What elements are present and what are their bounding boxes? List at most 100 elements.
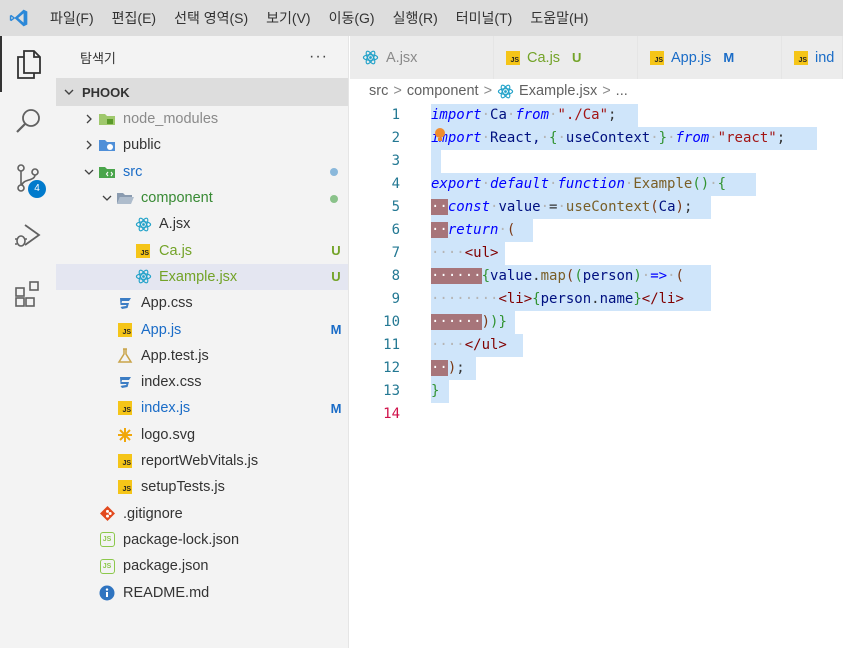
line-number: 5 xyxy=(391,199,400,215)
code-token: } xyxy=(658,130,668,146)
tree-item-index-css[interactable]: index.css xyxy=(56,369,348,395)
tree-item-readme-md[interactable]: README.md xyxy=(56,579,348,605)
more-actions-icon[interactable]: ··· xyxy=(309,48,328,66)
breadcrumb-item[interactable]: Example.jsx xyxy=(519,83,597,99)
code-token: · xyxy=(540,199,550,215)
tree-item-a-jsx[interactable]: A.jsx xyxy=(56,211,348,237)
tab-ca-js[interactable]: JS Ca.js U xyxy=(494,36,638,79)
code-line[interactable]: ····<ul> xyxy=(431,242,498,265)
code-line[interactable]: ··return·( xyxy=(431,219,515,242)
tree-item-label: logo.svg xyxy=(141,426,196,443)
line-number: 13 xyxy=(383,383,400,399)
line-number: 14 xyxy=(383,406,400,422)
code-line[interactable]: import·React,·{·useContext·}·from·"react… xyxy=(431,127,785,150)
chevron-down-icon xyxy=(60,83,78,101)
tree-item-ca-js[interactable]: JS Ca.js U xyxy=(56,238,348,264)
tree-item-example-jsx[interactable]: Example.jsx U xyxy=(56,263,348,291)
line-number: 8 xyxy=(391,268,400,284)
code-line[interactable]: } xyxy=(431,380,439,403)
code-token: useContext xyxy=(565,199,651,215)
tree-item-package-json[interactable]: JS package.json xyxy=(56,553,348,579)
breadcrumb-item[interactable]: ... xyxy=(616,83,628,99)
breadcrumb-item[interactable]: component xyxy=(407,83,479,99)
code-token: ···· xyxy=(431,337,465,353)
code-token: · xyxy=(481,107,491,123)
code-token: ······ xyxy=(431,314,482,330)
code-line[interactable]: ······{value.map((person)·=>·( xyxy=(431,265,684,288)
tree-item-app-css[interactable]: App.css xyxy=(56,290,348,316)
project-name: PHOOK xyxy=(82,84,130,100)
tab-label: A.jsx xyxy=(386,49,418,66)
tree-item-reportwebvitals-js[interactable]: JS reportWebVitals.js xyxy=(56,448,348,474)
extensions-icon[interactable] xyxy=(0,266,56,322)
code-token: </li> xyxy=(641,291,684,307)
menu-item-7[interactable]: 터미널(T) xyxy=(447,0,522,36)
menu-item-8[interactable]: 도움말(H) xyxy=(521,0,597,36)
line-number: 7 xyxy=(391,245,400,261)
menu-item-2[interactable]: 편집(E) xyxy=(103,0,165,36)
tree-item-label: App.test.js xyxy=(141,347,209,364)
code-token: person xyxy=(540,291,592,307)
tab-ind[interactable]: JS ind xyxy=(782,36,843,79)
explorer-icon[interactable] xyxy=(0,36,56,92)
tree-item-node-modules[interactable]: node_modules xyxy=(56,106,348,132)
code-line[interactable]: ····</ul> xyxy=(431,334,507,357)
tree-item-label: Example.jsx xyxy=(159,268,238,285)
tree-item-setuptests-js[interactable]: JS setupTests.js xyxy=(56,474,348,500)
tree-item-component[interactable]: component xyxy=(56,185,348,211)
code-line[interactable]: ········<li>{person.name}</li> xyxy=(431,288,684,311)
breadcrumb-item[interactable]: src xyxy=(369,83,388,99)
code-editor[interactable]: 1 2 3 4 5 6 7 8 9 10 11 12 13 14 import·Ca·from·"./Ca… xyxy=(350,103,843,648)
code-token: ; xyxy=(456,360,465,376)
menu-item-1[interactable]: 파일(F) xyxy=(41,0,103,36)
breadcrumb-separator: > xyxy=(393,83,402,99)
code-token: return xyxy=(447,222,499,238)
menu-bar: 파일(F) 편집(E) 선택 영역(S) 보기(V) 이동(G) 실행(R) 터미널(T) 도… xyxy=(0,0,843,36)
vscode-logo-icon[interactable] xyxy=(0,0,38,36)
menu-item-3[interactable]: 선택 영역(S) xyxy=(165,0,257,36)
menu-item-4[interactable]: 보기(V) xyxy=(257,0,319,36)
lightbulb-icon[interactable] xyxy=(433,127,447,143)
code-line[interactable]: ··); xyxy=(431,357,465,380)
run-debug-icon[interactable] xyxy=(0,208,56,264)
tree-item-app-js[interactable]: JS App.js M xyxy=(56,316,348,342)
menu-item-5[interactable]: 이동(G) xyxy=(320,0,384,36)
code-token: function xyxy=(557,176,625,192)
code-line[interactable]: ··const·value·=·useContext(Ca); xyxy=(431,196,692,219)
code-line[interactable]: import·Ca·from·"./Ca"; xyxy=(431,104,616,127)
code-line[interactable]: ······))} xyxy=(431,311,507,334)
tree-item-label: index.css xyxy=(141,374,202,391)
tab-app-js[interactable]: JS App.js M xyxy=(638,36,782,79)
code-line[interactable]: export·default·function·Example()·{ xyxy=(431,173,726,196)
tree-item-app-test-js[interactable]: App.test.js xyxy=(56,343,348,369)
line-number: 9 xyxy=(391,291,400,307)
project-header[interactable]: PHOOK xyxy=(56,78,348,106)
tree-item-gitignore[interactable]: .gitignore xyxy=(56,501,348,527)
code-token: · xyxy=(557,199,566,215)
tree-item-public[interactable]: public xyxy=(56,132,348,158)
tree-item-src[interactable]: src xyxy=(56,159,348,185)
search-icon[interactable] xyxy=(0,93,56,149)
code-token: } xyxy=(498,314,507,330)
source-control-icon[interactable] xyxy=(0,150,56,206)
code-token: · xyxy=(540,130,550,146)
tree-item-index-js[interactable]: JS index.js M xyxy=(56,395,348,421)
tree-item-package-lock-json[interactable]: JS package-lock.json xyxy=(56,527,348,553)
tree-item-label: App.js xyxy=(141,321,182,338)
code-token: export xyxy=(431,176,482,192)
code-line[interactable] xyxy=(431,150,439,173)
activity-bar: 4 xyxy=(0,36,56,648)
code-token: ( xyxy=(650,199,659,215)
tree-item-label: package.json xyxy=(123,558,209,575)
code-token: ·· xyxy=(431,199,448,215)
line-number: 10 xyxy=(383,314,400,330)
tab-a-jsx[interactable]: A.jsx xyxy=(350,36,494,79)
menu-item-6[interactable]: 실행(R) xyxy=(384,0,447,36)
tree-item-logo-svg[interactable]: logo.svg xyxy=(56,422,348,448)
svg-icon xyxy=(116,426,134,444)
code-token: ·· xyxy=(431,360,448,376)
git-status: M xyxy=(330,322,342,338)
